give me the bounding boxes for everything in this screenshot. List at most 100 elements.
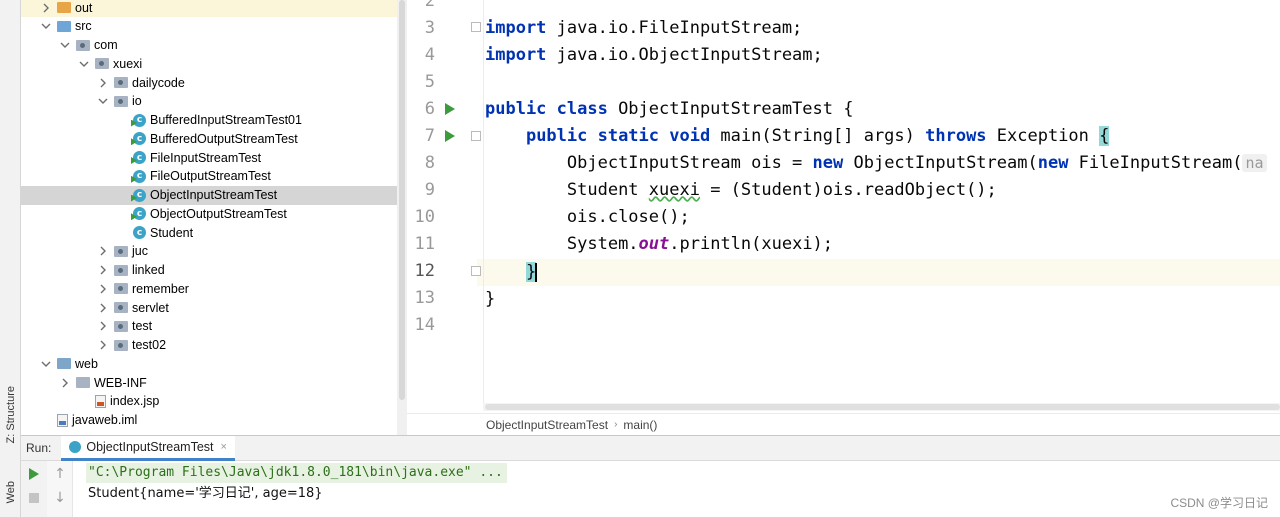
code-line-4[interactable]: import java.io.ObjectInputStream; <box>485 42 823 69</box>
run-tab[interactable]: ObjectInputStreamTest × <box>61 435 235 461</box>
runnable-class-icon: c <box>131 188 146 202</box>
package-icon <box>114 320 128 332</box>
console-command-line[interactable]: "C:\Program Files\Java\jdk1.8.0_181\bin\… <box>86 463 507 483</box>
code-line-3[interactable]: import java.io.FileInputStream; <box>485 15 802 42</box>
chevron-right-icon[interactable] <box>41 3 51 13</box>
tree-item[interactable]: juc <box>21 242 407 261</box>
tree-item-label: linked <box>132 263 165 277</box>
current-line-highlight <box>407 259 1280 286</box>
tree-item[interactable]: dailycode <box>21 73 407 92</box>
chevron-right-icon[interactable] <box>98 340 108 350</box>
line-number: 6 <box>424 99 435 119</box>
tree-item[interactable]: test02 <box>21 336 407 355</box>
code-text: FileInputStream( <box>1068 153 1243 173</box>
breadcrumb-class[interactable]: ObjectInputStreamTest <box>486 418 608 432</box>
keyword: import <box>485 18 547 38</box>
chevron-down-icon[interactable] <box>41 359 51 369</box>
tree-item[interactable]: remember <box>21 279 407 298</box>
run-gutter-icon[interactable] <box>445 130 455 142</box>
runnable-class-icon: c <box>131 169 146 183</box>
web-tool-tab[interactable]: Web <box>1 470 20 515</box>
chevron-right-icon[interactable] <box>98 303 108 313</box>
tree-item[interactable]: WEB-INF <box>21 373 407 392</box>
line-number: 7 <box>424 126 435 146</box>
tree-item[interactable]: io <box>21 92 407 111</box>
breadcrumb-method[interactable]: main() <box>623 418 657 432</box>
stop-button[interactable] <box>27 491 41 505</box>
run-console[interactable]: "C:\Program Files\Java\jdk1.8.0_181\bin\… <box>74 461 1280 517</box>
chevron-down-icon[interactable] <box>60 40 70 50</box>
package-icon <box>114 283 128 295</box>
tree-item[interactable]: c ObjectOutputStreamTest <box>21 204 407 223</box>
code-line-6[interactable]: public class ObjectInputStreamTest { <box>485 96 853 123</box>
tree-item[interactable]: xuexi <box>21 54 407 73</box>
tree-item[interactable]: servlet <box>21 298 407 317</box>
scroll-up-button[interactable]: ↑ <box>53 467 67 481</box>
scrollbar-thumb[interactable] <box>485 404 1280 410</box>
tree-item[interactable]: c FileInputStreamTest <box>21 148 407 167</box>
chevron-down-icon[interactable] <box>98 96 108 106</box>
code-line-11[interactable]: System.out.println(xuexi); <box>485 231 833 258</box>
close-icon[interactable]: × <box>221 441 227 453</box>
tree-item[interactable]: c FileOutputStreamTest <box>21 167 407 186</box>
fold-marker-icon[interactable] <box>471 22 481 32</box>
tree-item-label: com <box>94 38 118 52</box>
code-text: System. <box>566 234 639 254</box>
keyword: public class <box>485 99 608 119</box>
tree-item[interactable]: src <box>21 17 407 36</box>
tree-item[interactable]: com <box>21 36 407 55</box>
code-line-9[interactable]: Student xuexi = (Student)ois.readObject(… <box>485 177 997 204</box>
chevron-right-icon[interactable] <box>98 78 108 88</box>
line-number: 10 <box>414 207 435 227</box>
project-tree-scrollbar[interactable] <box>397 0 407 435</box>
line-number: 3 <box>424 18 435 38</box>
chevron-down-icon[interactable] <box>41 21 51 31</box>
tree-item-label: out <box>75 0 93 15</box>
tree-item[interactable]: linked <box>21 261 407 280</box>
tree-item[interactable]: c BufferedOutputStreamTest <box>21 129 407 148</box>
runnable-class-icon: c <box>131 113 146 127</box>
chevron-right-icon[interactable] <box>98 265 108 275</box>
chevron-right-icon[interactable] <box>98 246 108 256</box>
package-icon <box>114 339 128 351</box>
scroll-down-button[interactable]: ↓ <box>53 491 67 505</box>
web-tab-label: Web <box>4 481 17 504</box>
tree-item[interactable]: c BufferedInputStreamTest01 <box>21 111 407 130</box>
tree-item[interactable]: test <box>21 317 407 336</box>
code-editor[interactable]: 2 3 4 5 6 7 8 9 10 11 12 13 14 import java.io.FileIn… <box>407 0 1280 435</box>
code-line-12[interactable]: } <box>485 259 538 286</box>
run-gutter-icon[interactable] <box>445 103 455 115</box>
scrollbar-thumb[interactable] <box>399 0 405 400</box>
web-folder-icon <box>57 358 71 370</box>
tree-item-label: juc <box>132 244 148 259</box>
code-line-7[interactable]: public static void main(String[] args) t… <box>485 123 1110 150</box>
keyword: new <box>812 153 844 173</box>
chevron-right-icon[interactable] <box>98 321 108 331</box>
tree-item[interactable]: index.jsp <box>21 392 407 411</box>
tree-item[interactable]: javaweb.iml <box>21 411 407 430</box>
arrow-down-icon: ↓ <box>54 490 66 506</box>
gutter-divider <box>483 0 484 403</box>
tree-item-label: FileInputStreamTest <box>150 150 262 165</box>
code-line-13[interactable]: } <box>485 286 495 313</box>
class-icon <box>69 440 82 453</box>
line-number: 11 <box>414 234 435 254</box>
stop-icon <box>29 493 39 503</box>
structure-tool-tab[interactable]: Z: Structure <box>1 385 20 445</box>
tree-item[interactable]: web <box>21 354 407 373</box>
tree-item[interactable]: c ObjectInputStreamTest <box>21 185 407 205</box>
editor-horizontal-scrollbar[interactable] <box>483 403 1280 411</box>
tree-item[interactable]: out <box>21 0 407 17</box>
left-tool-strip: Z: Structure Web <box>0 0 21 517</box>
fold-marker-icon[interactable] <box>471 131 481 141</box>
chevron-right-icon[interactable] <box>98 284 108 294</box>
code-line-10[interactable]: ois.close(); <box>485 204 690 231</box>
line-number: 12 <box>414 261 435 281</box>
rerun-button[interactable] <box>27 467 41 481</box>
chevron-down-icon[interactable] <box>79 59 89 69</box>
tree-item-label: index.jsp <box>110 394 160 409</box>
chevron-right-icon[interactable] <box>60 378 70 388</box>
code-line-8[interactable]: ObjectInputStream ois = new ObjectInputS… <box>485 150 1267 177</box>
fold-marker-icon[interactable] <box>471 266 481 276</box>
tree-item[interactable]: c Student <box>21 223 407 242</box>
